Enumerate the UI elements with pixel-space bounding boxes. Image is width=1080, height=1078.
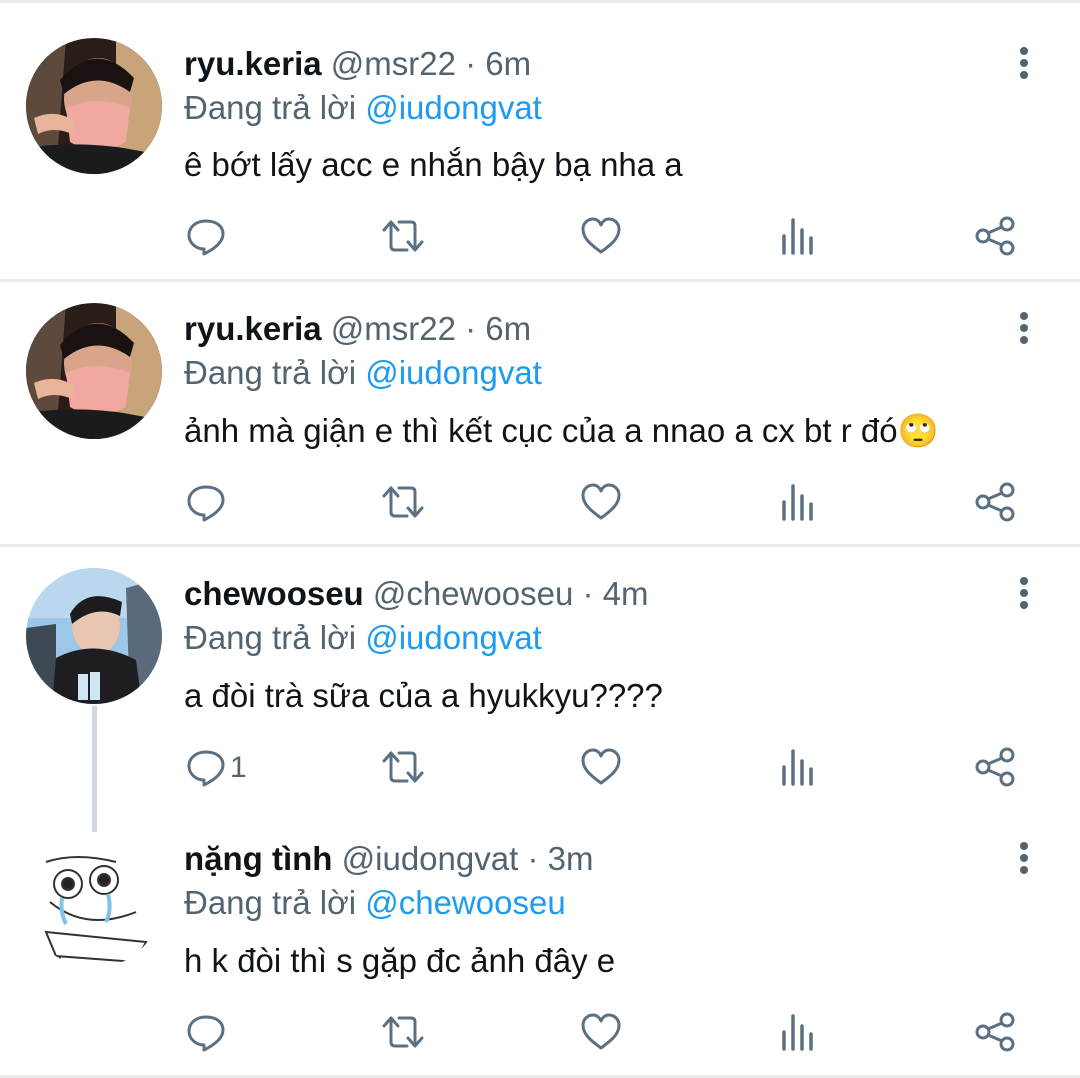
replying-to: Đang trả lời @iudongvat (184, 353, 542, 393)
replying-to: Đang trả lời @chewooseu (184, 883, 566, 923)
retweet-icon (381, 482, 425, 522)
tweet-header: ryu.keria @msr22 · 6m (184, 44, 531, 84)
avatar[interactable] (26, 303, 162, 439)
share-button[interactable] (974, 747, 1016, 793)
retweet-icon (381, 216, 425, 256)
like-icon (580, 482, 622, 522)
analytics-button[interactable] (780, 482, 814, 528)
tweet-text: a đòi trà sữa của a hyukkyu???? (184, 677, 663, 714)
tweet[interactable]: ryu.keria @msr22 · 6m Đang trả lời @iudo… (0, 282, 1080, 544)
like-button[interactable] (580, 482, 622, 528)
tweet-actions (0, 1012, 1080, 1058)
like-button[interactable] (580, 747, 622, 793)
separator-dot: · (527, 840, 539, 877)
reply-icon (186, 747, 226, 787)
like-icon (580, 216, 622, 256)
analytics-icon (780, 216, 814, 256)
reply-button[interactable]: 1 (186, 747, 247, 793)
tweet-header: chewooseu @chewooseu · 4m (184, 574, 649, 614)
retweet-button[interactable] (381, 482, 425, 528)
mention-link[interactable]: @iudongvat (365, 354, 542, 391)
user-handle[interactable]: @chewooseu (373, 575, 573, 612)
analytics-icon (780, 1012, 814, 1052)
reply-button[interactable] (186, 216, 226, 262)
mention-link[interactable]: @iudongvat (365, 89, 542, 126)
avatar[interactable] (26, 832, 162, 968)
tweet-text: h k đòi thì s gặp đc ảnh đây e (184, 942, 616, 979)
timestamp[interactable]: 4m (603, 575, 649, 612)
user-handle[interactable]: @msr22 (331, 45, 456, 82)
separator-dot: · (465, 310, 477, 347)
replying-to-label: Đang trả lời (184, 354, 357, 391)
reply-button[interactable] (186, 482, 226, 528)
retweet-button[interactable] (381, 216, 425, 262)
share-icon (974, 747, 1016, 787)
analytics-icon (780, 747, 814, 787)
avatar[interactable] (26, 38, 162, 174)
tweet-header: ryu.keria @msr22 · 6m (184, 309, 531, 349)
more-icon[interactable] (1010, 574, 1038, 614)
tweet-text: ê bớt lấy acc e nhắn bậy bạ nha a (184, 146, 683, 183)
tweet-header: nặng tình @iudongvat · 3m (184, 839, 593, 879)
reply-icon (186, 216, 226, 256)
share-icon (974, 1012, 1016, 1052)
separator-dot: · (582, 575, 594, 612)
more-icon[interactable] (1010, 839, 1038, 879)
mention-link[interactable]: @iudongvat (365, 619, 542, 656)
tweet[interactable]: nặng tình @iudongvat · 3m Đang trả lời @… (0, 812, 1080, 1075)
display-name[interactable]: chewooseu (184, 575, 364, 612)
tweet-text: ảnh mà giận e thì kết cục của a nnao a c… (184, 412, 939, 449)
timestamp[interactable]: 3m (548, 840, 594, 877)
tweet-actions: 1 (0, 747, 1080, 793)
tweet-actions (0, 216, 1080, 262)
share-icon (974, 216, 1016, 256)
like-icon (580, 747, 622, 787)
replying-to: Đang trả lời @iudongvat (184, 618, 542, 658)
display-name[interactable]: ryu.keria (184, 310, 322, 347)
retweet-button[interactable] (381, 747, 425, 793)
reply-icon (186, 482, 226, 522)
avatar[interactable] (26, 568, 162, 704)
display-name[interactable]: nặng tình (184, 840, 332, 877)
analytics-button[interactable] (780, 747, 814, 793)
like-button[interactable] (580, 1012, 622, 1058)
user-handle[interactable]: @iudongvat (342, 840, 519, 877)
share-icon (974, 482, 1016, 522)
user-handle[interactable]: @msr22 (331, 310, 456, 347)
share-button[interactable] (974, 1012, 1016, 1058)
tweet-actions (0, 482, 1080, 528)
more-icon[interactable] (1010, 44, 1038, 84)
analytics-icon (780, 482, 814, 522)
retweet-icon (381, 1012, 425, 1052)
replying-to: Đang trả lời @iudongvat (184, 88, 542, 128)
replying-to-label: Đang trả lời (184, 89, 357, 126)
replying-to-label: Đang trả lời (184, 884, 357, 921)
like-button[interactable] (580, 216, 622, 262)
reply-count: 1 (230, 751, 247, 784)
timestamp[interactable]: 6m (485, 310, 531, 347)
reply-icon (186, 1012, 226, 1052)
tweet[interactable]: ryu.keria @msr22 · 6m Đang trả lời @iudo… (0, 0, 1080, 280)
share-button[interactable] (974, 216, 1016, 262)
separator-dot: · (465, 45, 477, 82)
timestamp[interactable]: 6m (485, 45, 531, 82)
retweet-button[interactable] (381, 1012, 425, 1058)
replying-to-label: Đang trả lời (184, 619, 357, 656)
share-button[interactable] (974, 482, 1016, 528)
display-name[interactable]: ryu.keria (184, 45, 322, 82)
reply-button[interactable] (186, 1012, 226, 1058)
like-icon (580, 1012, 622, 1052)
tweet[interactable]: chewooseu @chewooseu · 4m Đang trả lời @… (0, 547, 1080, 811)
mention-link[interactable]: @chewooseu (365, 884, 565, 921)
analytics-button[interactable] (780, 216, 814, 262)
analytics-button[interactable] (780, 1012, 814, 1058)
more-icon[interactable] (1010, 309, 1038, 349)
retweet-icon (381, 747, 425, 787)
